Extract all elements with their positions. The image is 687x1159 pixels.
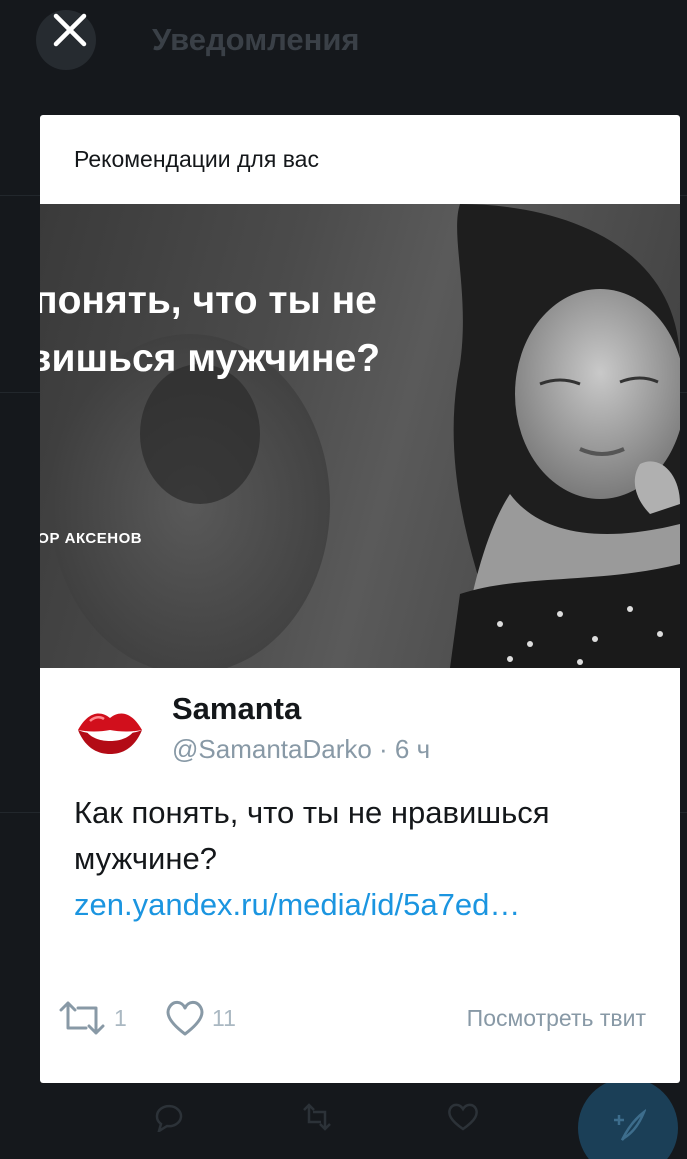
article-title: ак понять, что ты не равишься мужчине? <box>40 272 582 388</box>
article-author: ТОР АКСЕНОВ <box>40 530 143 547</box>
background-header: Уведомления <box>0 0 687 88</box>
reply-icon <box>155 1104 183 1132</box>
author-handle[interactable]: @SamantaDarko <box>172 734 372 764</box>
article-title-line: равишься мужчине? <box>40 337 381 380</box>
like-button[interactable]: 11 <box>164 993 236 1043</box>
heart-icon <box>166 1000 204 1036</box>
tweet-text: Как понять, что ты не нравишься мужчине?… <box>74 790 664 928</box>
tweet[interactable]: Samanta @SamantaDarko · 6 ч Как понять, … <box>40 668 680 1083</box>
tweet-body: Как понять, что ты не нравишься мужчине? <box>74 795 550 876</box>
close-icon <box>53 13 87 47</box>
like-count: 11 <box>212 1004 236 1031</box>
compose-icon <box>614 1108 646 1141</box>
tweet-actions: 1 11 Посмотреть твит <box>40 993 680 1043</box>
close-button[interactable] <box>50 10 90 50</box>
article-image[interactable]: ак понять, что ты не равишься мужчине? Т… <box>40 204 680 668</box>
tweet-link[interactable]: zen.yandex.ru/media/id/5a7ed… <box>74 887 520 922</box>
background-title: Уведомления <box>152 22 360 57</box>
retweet-icon <box>303 1103 331 1131</box>
recommendation-card: Рекомендации для вас понять, что ты не и… <box>40 115 680 1083</box>
retweet-count: 1 <box>114 1004 127 1031</box>
tweet-time: 6 ч <box>394 734 431 764</box>
article-title-line: ак понять, что ты не <box>40 279 377 322</box>
lips-icon <box>78 713 142 754</box>
heart-icon <box>448 1103 478 1131</box>
meta-separator: · <box>371 734 395 764</box>
retweet-button[interactable]: 1 <box>56 993 127 1043</box>
view-tweet-button[interactable]: Посмотреть твит <box>467 1005 646 1032</box>
retweet-icon <box>59 1001 105 1035</box>
tweet-meta: @SamantaDarko · 6 ч <box>172 734 430 765</box>
card-header: Рекомендации для вас <box>74 146 319 172</box>
author-name[interactable]: Samanta <box>172 691 301 727</box>
